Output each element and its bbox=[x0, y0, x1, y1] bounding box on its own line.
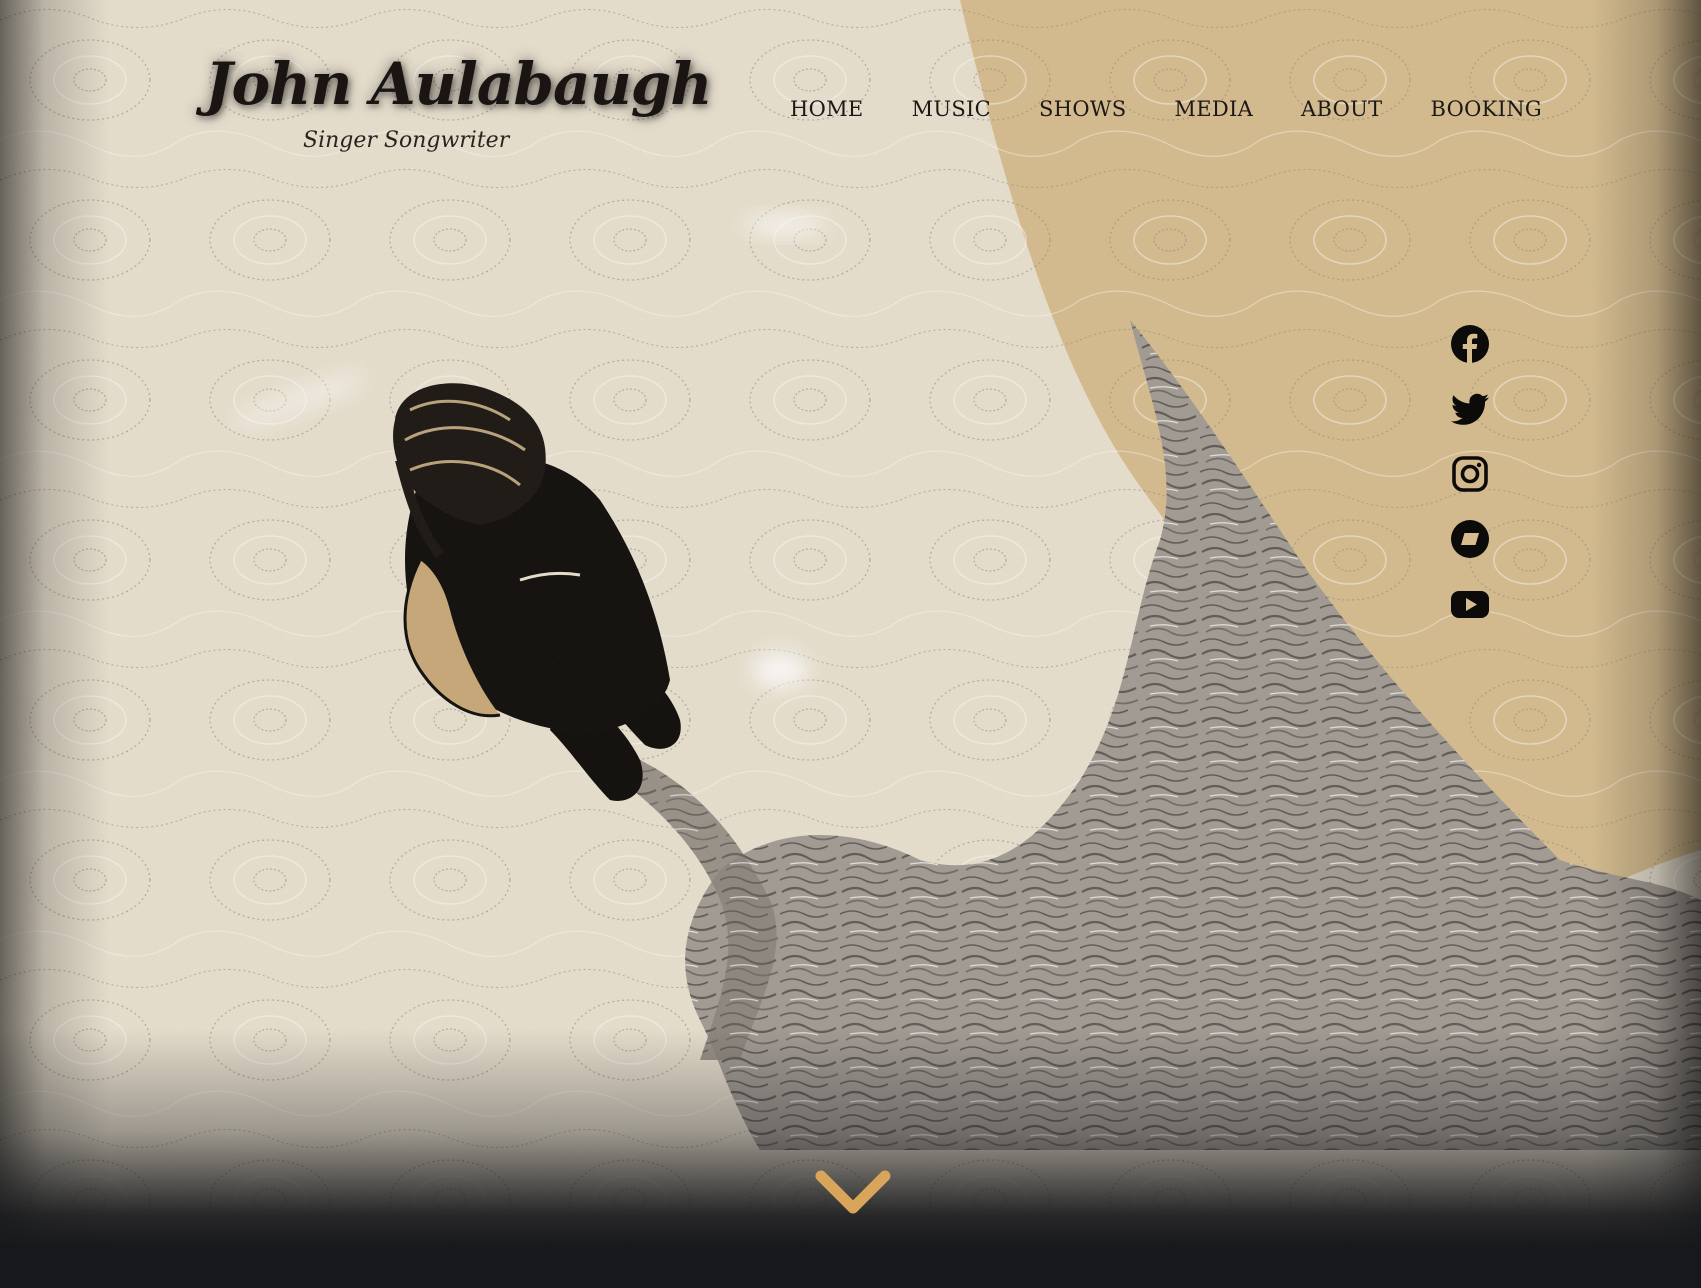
site-name: John Aulabaugh bbox=[205, 50, 712, 118]
instagram-link[interactable] bbox=[1448, 452, 1492, 496]
nav-about[interactable]: ABOUT bbox=[1301, 94, 1382, 124]
chevron-down-icon bbox=[815, 1170, 891, 1214]
bandsintown-link[interactable] bbox=[1448, 517, 1492, 561]
scroll-down-button[interactable] bbox=[815, 1168, 891, 1218]
twitter-link[interactable] bbox=[1448, 387, 1492, 431]
hero-section: John Aulabaugh Singer Songwriter HOME MU… bbox=[0, 0, 1701, 1288]
instagram-icon bbox=[1452, 456, 1488, 492]
nav-media[interactable]: MEDIA bbox=[1174, 94, 1253, 124]
site-logo[interactable]: John Aulabaugh Singer Songwriter bbox=[205, 50, 712, 160]
social-links bbox=[1448, 322, 1492, 647]
nav-music[interactable]: MUSIC bbox=[912, 94, 991, 124]
nav-shows[interactable]: SHOWS bbox=[1039, 94, 1126, 124]
bandsintown-icon bbox=[1451, 520, 1489, 558]
site-tagline: Singer Songwriter bbox=[303, 128, 510, 153]
hero-illustration bbox=[0, 0, 1701, 1288]
facebook-link[interactable] bbox=[1448, 322, 1492, 366]
nav-booking[interactable]: BOOKING bbox=[1430, 94, 1542, 124]
twitter-icon bbox=[1450, 393, 1489, 425]
youtube-link[interactable] bbox=[1448, 582, 1492, 626]
main-navigation: HOME MUSIC SHOWS MEDIA ABOUT BOOKING bbox=[790, 94, 1542, 124]
facebook-icon bbox=[1451, 325, 1489, 363]
nav-home[interactable]: HOME bbox=[790, 94, 864, 124]
youtube-icon bbox=[1451, 591, 1489, 618]
